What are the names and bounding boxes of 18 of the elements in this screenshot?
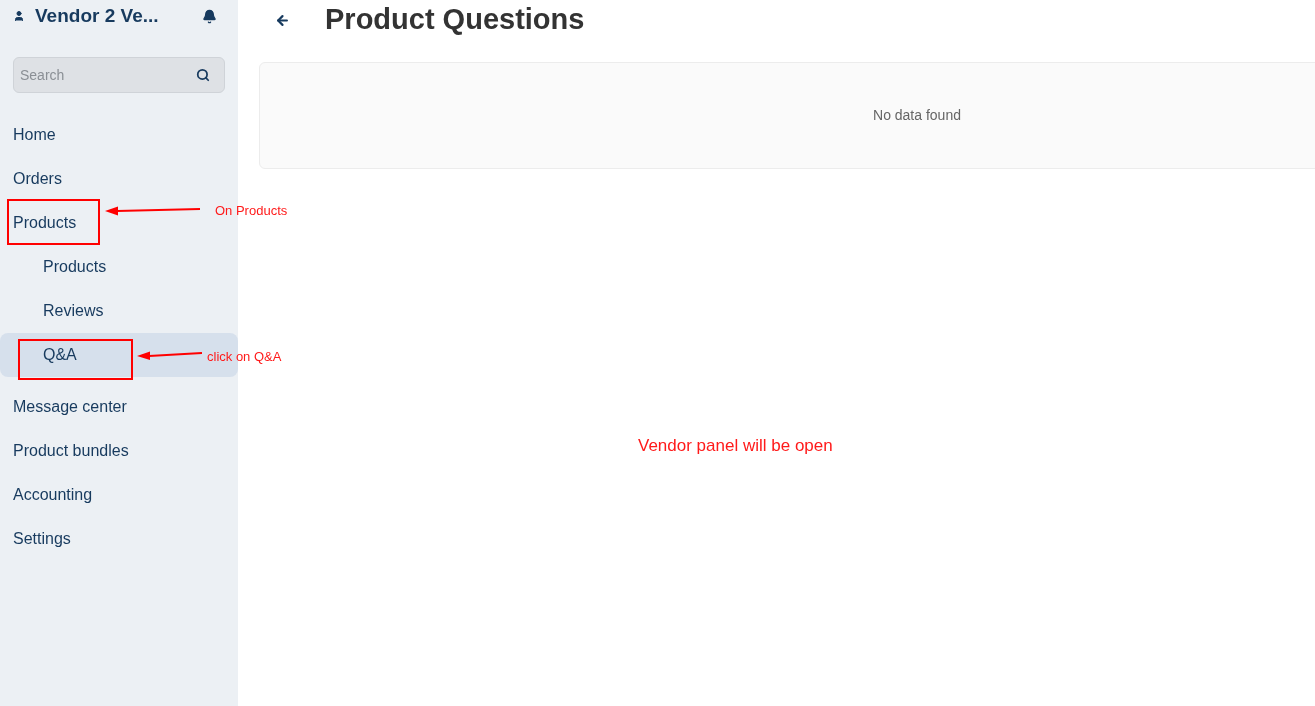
sidebar-item[interactable]: Orders <box>0 157 238 201</box>
back-arrow-icon[interactable] <box>275 12 290 28</box>
sidebar-item[interactable]: Message center <box>0 385 238 429</box>
search-field[interactable]: Search <box>13 57 225 93</box>
callout-arrow-icon <box>105 204 200 216</box>
empty-message: No data found <box>873 106 961 125</box>
account-name: Vendor 2 Ve... <box>35 3 159 28</box>
search-icon[interactable] <box>196 68 210 82</box>
sidebar-item[interactable]: Home <box>0 113 238 157</box>
sidebar-item[interactable]: Settings <box>0 517 238 561</box>
sidebar-item[interactable]: Reviews <box>0 289 238 333</box>
bell-icon[interactable] <box>202 8 217 24</box>
annotation-note: Vendor panel will be open <box>638 436 833 455</box>
sidebar-item[interactable]: Accounting <box>0 473 238 517</box>
sidebar-item[interactable]: Products <box>0 245 238 289</box>
sidebar-item[interactable]: Product bundles <box>0 429 238 473</box>
page-title: Product Questions <box>325 2 585 38</box>
user-icon <box>13 10 25 22</box>
